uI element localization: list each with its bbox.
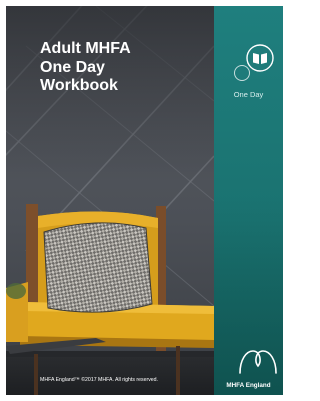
title-line-2: One Day [40, 58, 105, 76]
course-length-label: One Day [233, 90, 264, 99]
workbook-title: Adult MHFA One Day Workbook [40, 40, 210, 96]
title-line-3: Workbook [40, 77, 118, 94]
open-book-icon [234, 44, 274, 81]
title-line-1: Adult MHFA [40, 40, 131, 57]
brand-name: MHFA England [226, 382, 271, 389]
copyright-notice: MHFA England™ ©2017 MHFA. All rights res… [40, 377, 158, 383]
workbook-cover: Adult MHFA One Day Workbook One Day MHFA… [6, 6, 283, 395]
mhfa-england-logo [239, 350, 277, 374]
